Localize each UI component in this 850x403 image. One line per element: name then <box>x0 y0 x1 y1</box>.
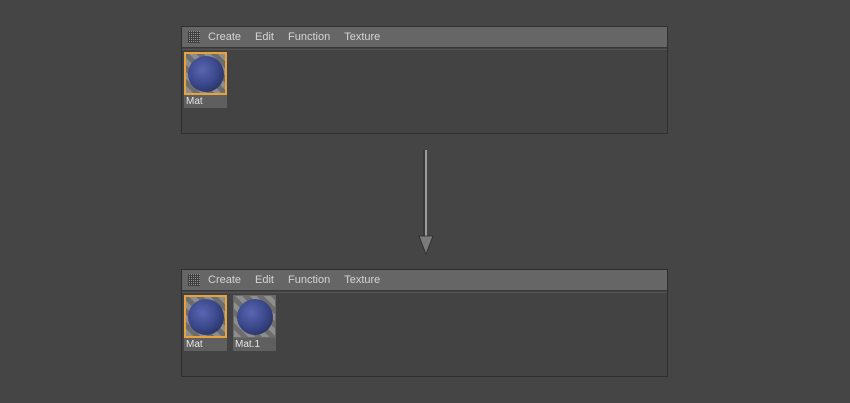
menu-function[interactable]: Function <box>288 27 330 48</box>
material-tile-mat[interactable]: Mat <box>184 295 227 352</box>
material-sphere-icon <box>188 299 224 335</box>
material-label: Mat <box>184 95 227 108</box>
material-manager-before: Create Edit Function Texture Mat <box>181 26 668 134</box>
material-tile-mat[interactable]: Mat <box>184 52 227 109</box>
stage: Create Edit Function Texture Mat Create … <box>0 0 850 403</box>
material-sphere-icon <box>188 56 224 92</box>
material-swatch <box>184 295 227 338</box>
material-list: Mat Mat.1 <box>182 292 667 376</box>
menu-create[interactable]: Create <box>208 27 241 48</box>
material-list: Mat <box>182 49 667 133</box>
menu-edit[interactable]: Edit <box>255 270 274 291</box>
material-manager-after: Create Edit Function Texture Mat Mat.1 <box>181 269 668 377</box>
material-swatch <box>233 295 276 338</box>
material-sphere-icon <box>237 299 273 335</box>
menu-function[interactable]: Function <box>288 270 330 291</box>
menu-create[interactable]: Create <box>208 270 241 291</box>
grip-icon[interactable] <box>188 31 200 43</box>
down-arrow-icon <box>418 150 434 256</box>
menu-bar: Create Edit Function Texture <box>182 270 667 291</box>
menu-texture[interactable]: Texture <box>344 270 380 291</box>
material-tile-mat-1[interactable]: Mat.1 <box>233 295 276 352</box>
menu-bar: Create Edit Function Texture <box>182 27 667 48</box>
material-label: Mat <box>184 338 227 351</box>
menu-texture[interactable]: Texture <box>344 27 380 48</box>
material-swatch <box>184 52 227 95</box>
menu-edit[interactable]: Edit <box>255 27 274 48</box>
grip-icon[interactable] <box>188 274 200 286</box>
material-label: Mat.1 <box>233 338 276 351</box>
